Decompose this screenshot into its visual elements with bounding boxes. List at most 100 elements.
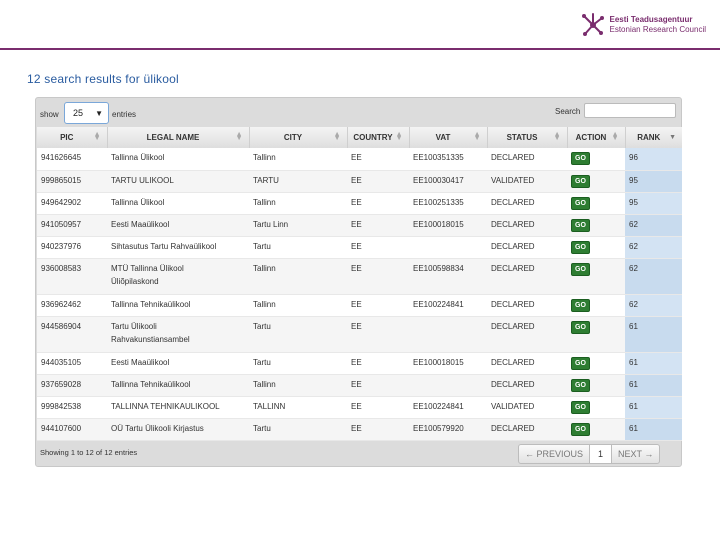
sort-icon: ▲ ▼ (611, 131, 619, 142)
page-title: 12 search results for ülikool (27, 72, 179, 86)
cell-legal-name: TARTU ULIKOOL (107, 170, 249, 193)
legal-name-line: Eesti Maaülikool (111, 219, 170, 229)
sort-icon: ▲ ▼ (235, 131, 243, 142)
table-row: 936962462 Tallinna Tehnikaülikool Tallinn E… (37, 294, 682, 317)
search-input[interactable] (584, 103, 676, 118)
cell-city: TALLINN (249, 396, 347, 419)
cell-country: EE (347, 214, 409, 237)
cell-rank: 61 (625, 418, 682, 441)
cell-vat: EE100018015 (409, 352, 487, 375)
cell-pic: 936008583 (37, 258, 107, 295)
cell-city: Tallinn (249, 294, 347, 317)
cell-country: EE (347, 418, 409, 441)
cell-pic: 941626645 (37, 148, 107, 171)
column-header-legal-name[interactable]: LEGAL NAME ▲ ▼ (107, 127, 250, 148)
results-info: Showing 1 to 12 of 12 entries (40, 448, 138, 457)
brand-logo: Eesti Teadusagentuur Estonian Research C… (580, 12, 707, 38)
cell-country: EE (347, 192, 409, 215)
previous-page-button[interactable]: ← PREVIOUS (519, 445, 591, 463)
legal-name-line: Tallinna Ülikool (111, 153, 165, 162)
page-size-value: 25 (73, 108, 84, 118)
cell-city: Tallinn (249, 192, 347, 215)
cell-legal-name: TALLINNA TEHNIKAULIKOOL (107, 396, 249, 419)
table-controls: show 25 ▼ entries Search (36, 98, 681, 128)
cell-pic: 999865015 (37, 170, 107, 193)
cell-rank: 62 (625, 294, 682, 317)
go-button[interactable]: GO (571, 152, 590, 165)
cell-city: Tallinn (249, 258, 347, 295)
cell-vat: EE100598834 (409, 258, 487, 295)
cell-action: GO (567, 214, 625, 237)
go-button[interactable]: GO (571, 240, 590, 254)
table-row: 940237976 Sihtasutus Tartu Rahvaülikool Ta… (37, 236, 682, 259)
cell-country: EE (347, 294, 409, 317)
column-header-rank[interactable]: RANK ▼ (625, 127, 682, 148)
cell-city: Tartu (249, 236, 347, 259)
current-page-button[interactable]: 1 (590, 445, 613, 463)
legal-name-line: Sihtasutus Tartu Rahvaülikool (111, 241, 217, 251)
cell-city: Tartu (249, 316, 347, 353)
sort-icon: ▲ ▼ (553, 131, 561, 142)
cell-action: GO (567, 294, 625, 317)
sort-icon: ▲ ▼ (333, 131, 341, 142)
go-button[interactable]: GO (571, 262, 590, 276)
cell-vat (409, 374, 487, 397)
table-row: 944586904 Tartu Ülikooli Rahvakunstiansamb… (37, 316, 682, 353)
cell-legal-name: Tallinna Ülikool (107, 148, 249, 171)
cell-pic: 944586904 (37, 316, 107, 353)
go-button[interactable]: GO (571, 400, 590, 414)
cell-status: DECLARED (487, 148, 567, 171)
cell-pic: 944035105 (37, 352, 107, 375)
go-button[interactable]: GO (571, 218, 590, 232)
cell-status: DECLARED (487, 374, 567, 397)
cell-status: DECLARED (487, 352, 567, 375)
cell-action: GO (567, 148, 625, 171)
legal-name-line: Eesti Maaülikool (111, 357, 170, 367)
search-label: Search (555, 107, 581, 116)
brand-name: Eesti Teadusagentuur (609, 15, 693, 24)
cell-pic: 941050957 (37, 214, 107, 237)
go-button[interactable]: GO (571, 196, 590, 210)
cell-rank: 62 (625, 236, 682, 259)
sort-icon: ▲ ▼ (93, 131, 101, 142)
column-header-pic[interactable]: PIC ▲ ▼ (37, 127, 108, 148)
cell-city: Tartu Linn (249, 214, 347, 237)
cell-vat: EE100030417 (409, 170, 487, 193)
cell-pic: 936962462 (37, 294, 107, 317)
go-button[interactable]: GO (571, 378, 590, 392)
go-button[interactable]: GO (571, 298, 590, 312)
cell-legal-name: Tallinna Ülikool (107, 192, 249, 215)
cell-pic: 937659028 (37, 374, 107, 397)
next-page-button[interactable]: NEXT → (612, 445, 659, 463)
legal-name-line-2: Üliõpilaskond (111, 276, 159, 286)
column-header-country[interactable]: COUNTRY ▲ ▼ (347, 127, 410, 148)
go-button[interactable]: GO (571, 320, 590, 334)
cell-status: DECLARED (487, 258, 567, 295)
column-header-status[interactable]: STATUS ▲ ▼ (487, 127, 568, 148)
legal-name-line-2: Rahvakunstiansambel (111, 334, 190, 344)
cell-legal-name: Tallinna Tehnikaülikool (107, 374, 249, 397)
page-size-select[interactable]: 25 ▼ (64, 102, 109, 124)
cell-city: Tartu (249, 418, 347, 441)
brand-name-english: Estonian Research Council (609, 25, 707, 34)
column-header-action[interactable]: ACTION ▲ ▼ (567, 127, 626, 148)
table-row: 949642902 Tallinna Ülikool Tallinn EE EE1002… (37, 192, 682, 215)
table-footer: Showing 1 to 12 of 12 entries ← PREVIOUS… (36, 440, 681, 468)
cell-action: GO (567, 374, 625, 397)
cell-rank: 62 (625, 214, 682, 237)
cell-action: GO (567, 170, 625, 193)
go-button[interactable]: GO (571, 422, 590, 436)
legal-name-line: Tallinna Ülikool (111, 197, 165, 207)
cell-legal-name: Sihtasutus Tartu Rahvaülikool (107, 236, 249, 259)
legal-name-line: OÜ Tartu Ülikooli Kirjastus (111, 423, 204, 433)
cell-rank: 61 (625, 316, 682, 353)
cell-rank: 62 (625, 258, 682, 295)
column-header-city[interactable]: CITY ▲ ▼ (249, 127, 348, 148)
column-header-vat[interactable]: VAT ▲ ▼ (409, 127, 488, 148)
cell-country: EE (347, 396, 409, 419)
cell-legal-name: Eesti Maaülikool (107, 214, 249, 237)
legal-name-line: TARTU ULIKOOL (111, 175, 174, 185)
legal-name-line: Tallinna Tehnikaülikool (111, 299, 191, 309)
go-button[interactable]: GO (571, 356, 590, 370)
go-button[interactable]: GO (571, 174, 590, 188)
